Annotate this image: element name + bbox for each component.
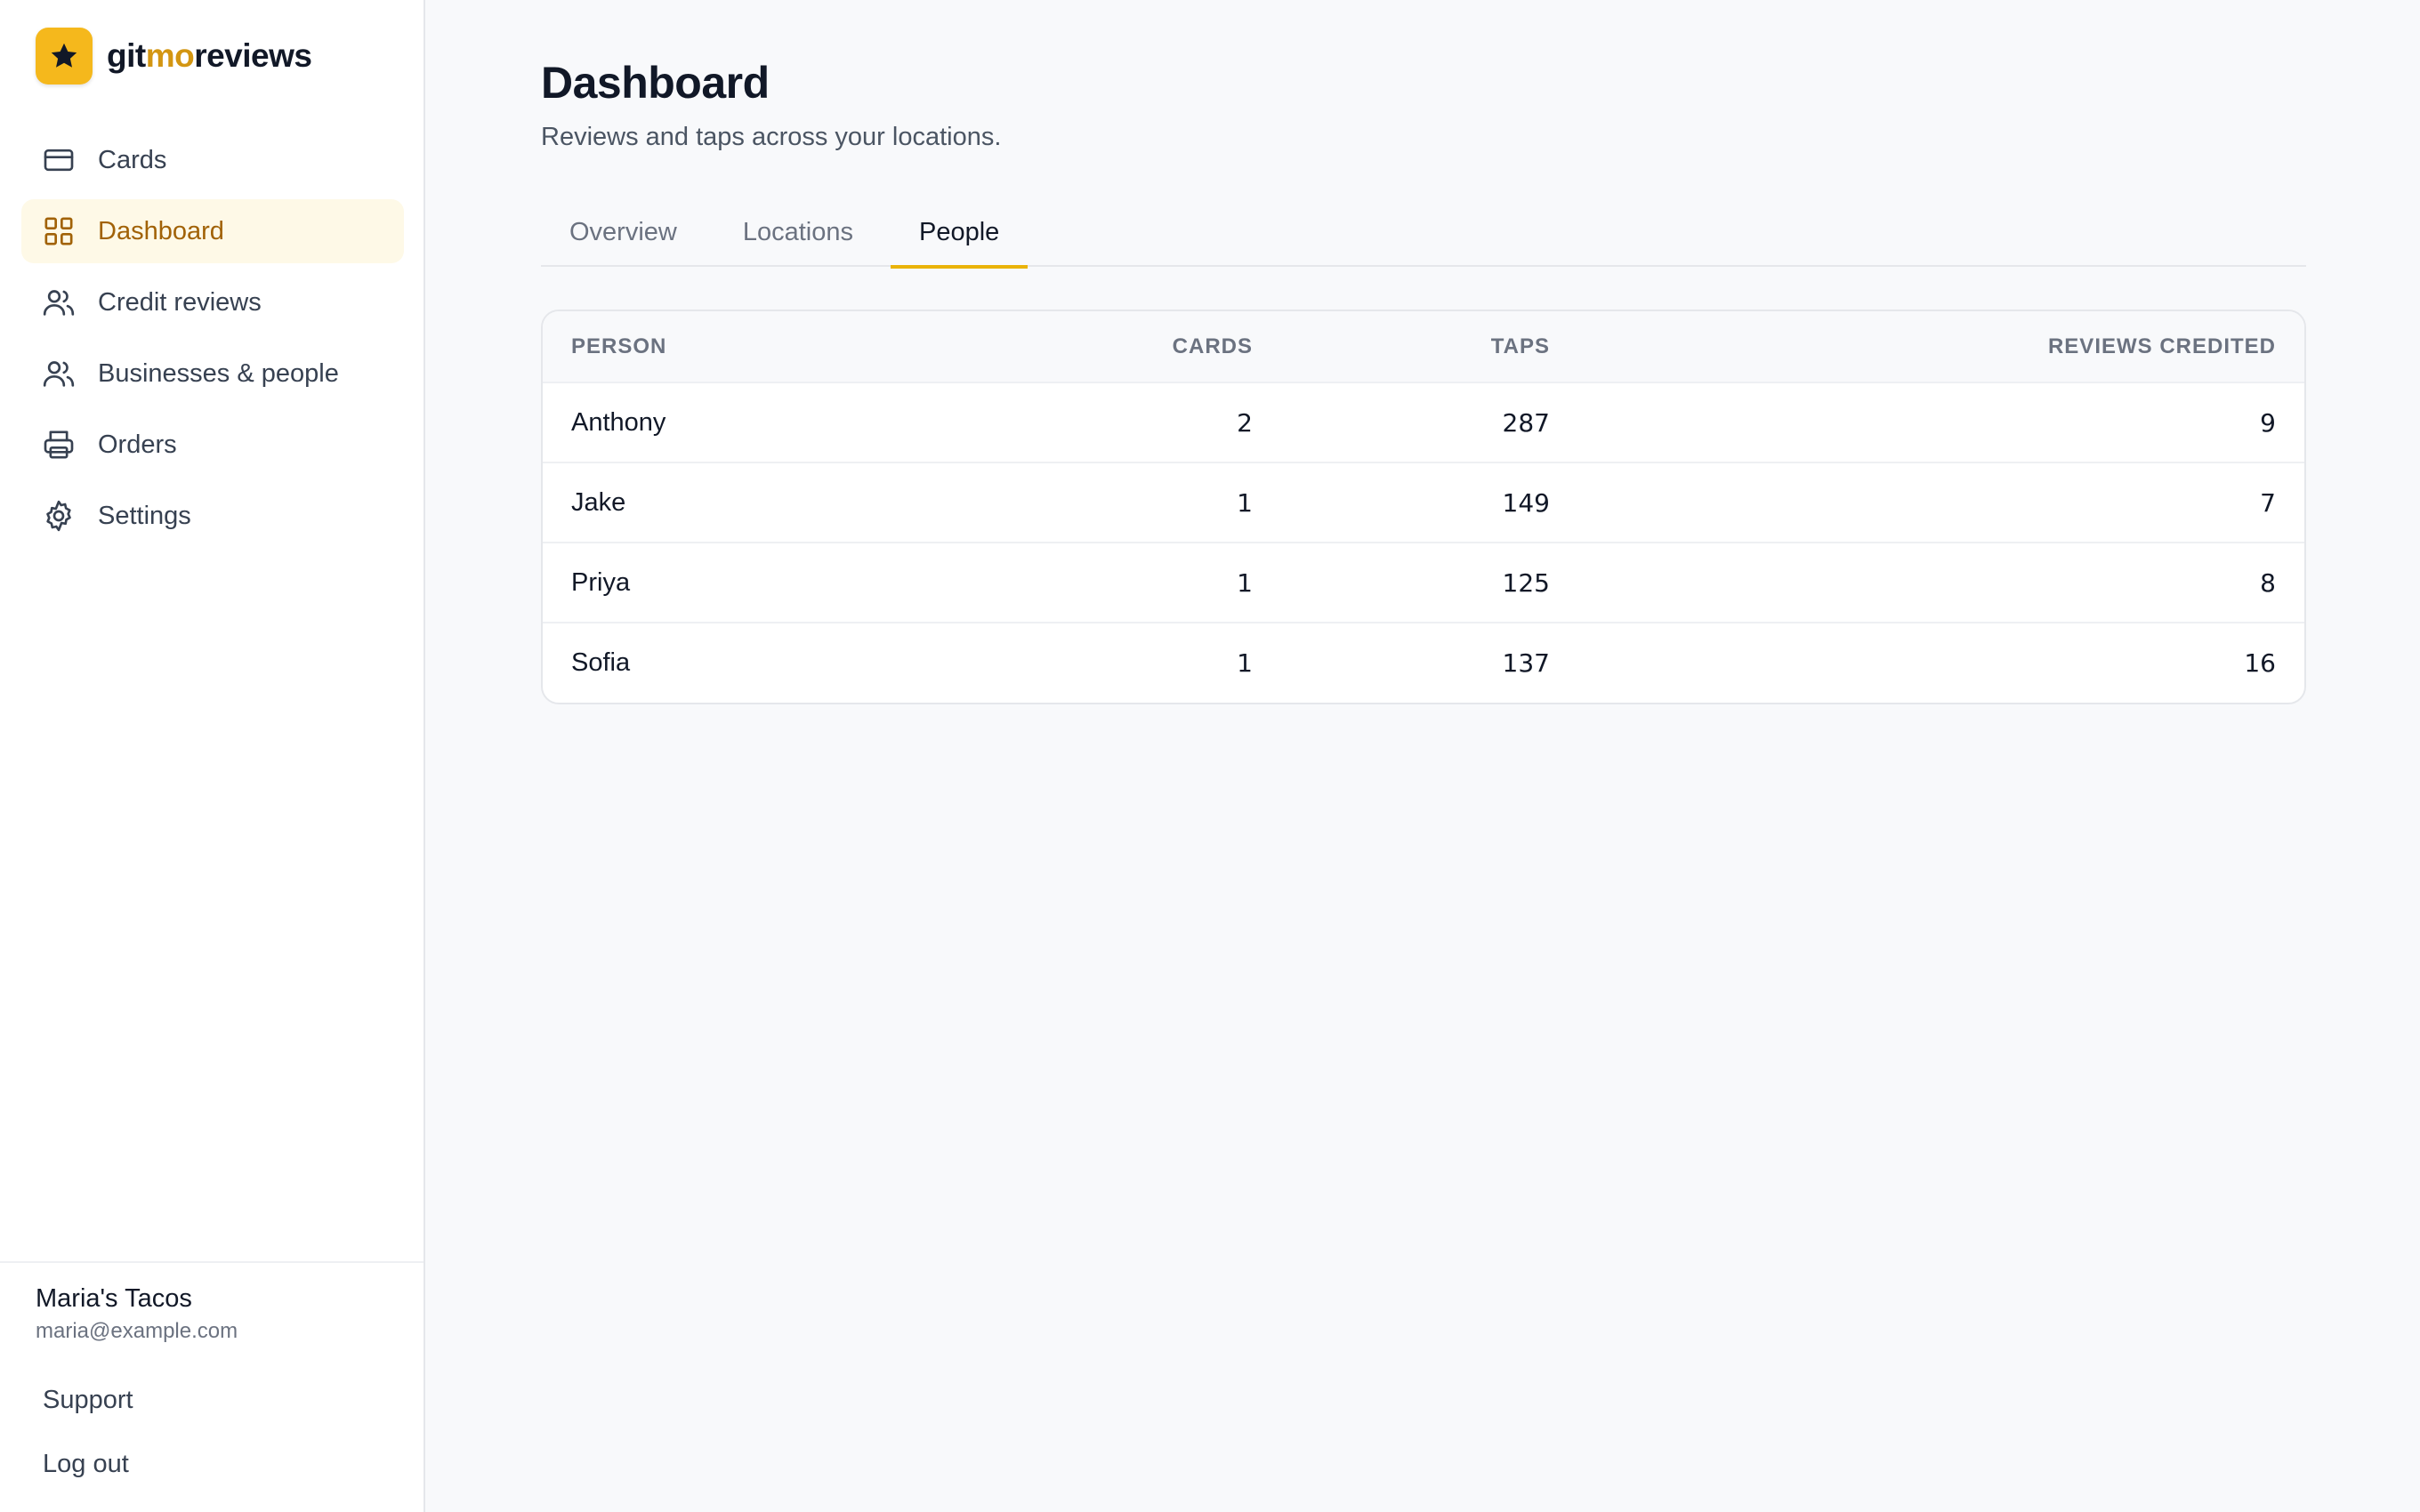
tab-locations[interactable]: Locations — [714, 197, 882, 267]
cell-person: Jake — [571, 487, 626, 517]
sidebar-item-label: Credit reviews — [98, 287, 262, 317]
sidebar-item-credit-reviews[interactable]: Credit reviews — [21, 270, 404, 334]
sidebar-item-dashboard[interactable]: Dashboard — [21, 199, 404, 263]
table-row: Sofia 1 137 16 — [543, 623, 2304, 703]
brand-logo — [36, 28, 93, 84]
tab-people[interactable]: People — [891, 197, 1028, 269]
credit-card-icon — [41, 142, 77, 178]
cell-cards: 1 — [1237, 648, 1253, 678]
cell-taps: 287 — [1502, 407, 1550, 438]
people-table: PERSON CARDS TAPS REVIEWS CREDITED Antho… — [543, 311, 2304, 703]
column-header-taps: TAPS — [1490, 334, 1550, 358]
page-subtitle: Reviews and taps across your locations. — [541, 123, 1002, 151]
cell-person: Priya — [571, 567, 631, 597]
users-icon — [41, 356, 77, 391]
sidebar-item-label: Orders — [98, 430, 177, 459]
cell-cards: 1 — [1237, 487, 1253, 518]
brand[interactable]: gitmoreviews — [36, 28, 312, 84]
cell-cards: 1 — [1237, 567, 1253, 598]
table-header-row: PERSON CARDS TAPS REVIEWS CREDITED — [543, 311, 2304, 382]
printer-icon — [41, 427, 77, 462]
star-icon — [51, 43, 77, 68]
cell-taps: 149 — [1502, 487, 1550, 518]
tab-bar: Overview Locations People — [541, 197, 2306, 269]
sidebar-item-businesses-people[interactable]: Businesses & people — [21, 342, 404, 406]
table-row: Priya 1 125 8 — [543, 543, 2304, 623]
sidebar-item-label: Cards — [98, 145, 167, 174]
column-header-person: PERSON — [571, 334, 667, 358]
cell-reviews-credited: 8 — [2260, 567, 2276, 598]
sidebar-item-orders[interactable]: Orders — [21, 413, 404, 477]
account-email: maria@example.com — [36, 1319, 238, 1343]
users-icon — [41, 285, 77, 320]
sidebar-nav: Cards Dashboard Credit reviews Businesse… — [21, 128, 404, 555]
account-info: Maria's Tacos maria@example.com — [36, 1284, 238, 1344]
sidebar: gitmoreviews Cards Dashboard Credit revi… — [0, 0, 425, 1512]
brand-name: gitmoreviews — [107, 37, 312, 74]
support-link[interactable]: Support — [43, 1386, 133, 1415]
logout-link[interactable]: Log out — [43, 1450, 129, 1479]
cell-reviews-credited: 9 — [2260, 407, 2276, 438]
sidebar-item-cards[interactable]: Cards — [21, 128, 404, 192]
gear-icon — [41, 498, 77, 534]
cell-person: Sofia — [571, 648, 631, 677]
cell-reviews-credited: 7 — [2260, 487, 2276, 518]
sidebar-item-label: Businesses & people — [98, 358, 339, 388]
page-title: Dashboard — [541, 58, 770, 108]
column-header-reviews-credited: REVIEWS CREDITED — [2047, 334, 2276, 358]
cell-taps: 137 — [1502, 648, 1550, 678]
cell-person: Anthony — [571, 407, 666, 437]
account-name: Maria's Tacos — [36, 1284, 192, 1313]
sidebar-item-label: Settings — [98, 501, 191, 530]
grid-icon — [41, 213, 77, 249]
sidebar-item-label: Dashboard — [98, 216, 224, 245]
people-table-card: PERSON CARDS TAPS REVIEWS CREDITED Antho… — [541, 310, 2306, 704]
cell-taps: 125 — [1502, 567, 1550, 598]
table-row: Anthony 2 287 9 — [543, 382, 2304, 462]
sidebar-item-settings[interactable]: Settings — [21, 484, 404, 548]
column-header-cards: CARDS — [1172, 334, 1253, 358]
sidebar-footer: Maria's Tacos maria@example.com Support … — [0, 1261, 424, 1512]
cell-reviews-credited: 16 — [2244, 648, 2276, 678]
table-row: Jake 1 149 7 — [543, 462, 2304, 543]
cell-cards: 2 — [1237, 407, 1253, 438]
tab-overview[interactable]: Overview — [541, 197, 706, 267]
